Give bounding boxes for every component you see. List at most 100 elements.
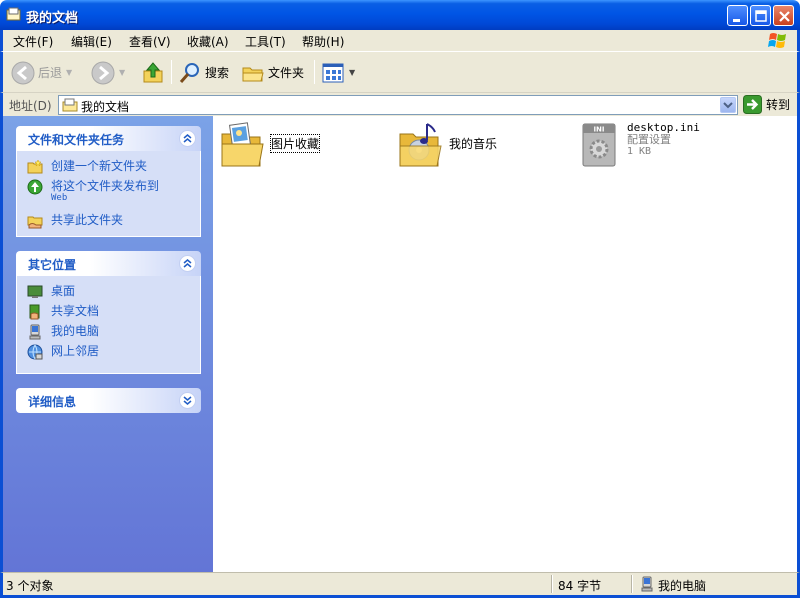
status-size: 84 字节 (558, 579, 602, 593)
forward-arrow-icon (91, 61, 115, 84)
up-folder-icon (143, 61, 163, 82)
task-publish-web[interactable]: 将这个文件夹发布到 Web (27, 179, 159, 203)
menu-file[interactable]: 文件(F) (13, 33, 53, 50)
folders-icon (242, 67, 264, 81)
file-tasks-panel: 文件和文件夹任务 创建一个新文件夹 将这个文件夹发布到 Web 共享此文件夹 (16, 126, 201, 237)
search-label: 搜索 (205, 66, 230, 80)
address-value: 我的文档 (81, 100, 130, 114)
shared-documents-icon (29, 304, 40, 320)
file-view[interactable]: 图片收藏 我的音乐 INI desktop.ini 配置设置 1 KB (213, 116, 797, 572)
share-folder-icon (27, 216, 43, 229)
folders-label: 文件夹 (268, 66, 305, 80)
close-icon (779, 11, 790, 22)
status-divider (551, 575, 553, 593)
up-button[interactable] (142, 59, 166, 86)
chevron-up-icon (183, 259, 192, 268)
go-arrow-icon (743, 95, 762, 114)
forward-dropdown-icon[interactable]: ▼ (119, 68, 125, 77)
chevron-down-icon (723, 102, 733, 109)
collapse-button[interactable] (179, 130, 196, 147)
file-name-pictures: 图片收藏 (269, 134, 321, 153)
menu-help[interactable]: 帮助(H) (302, 33, 344, 50)
music-folder-icon (399, 123, 442, 167)
place-my-computer[interactable]: 我的电脑 (27, 324, 99, 340)
file-item-desktop-ini[interactable]: INI desktop.ini 配置设置 1 KB (581, 122, 700, 168)
folders-button[interactable]: 文件夹 (241, 59, 304, 86)
file-tasks-body: 创建一个新文件夹 将这个文件夹发布到 Web 共享此文件夹 (16, 151, 201, 237)
back-button[interactable]: 后退 ▼ (11, 59, 72, 86)
address-label: 地址(D) (9, 99, 52, 113)
place-desktop[interactable]: 桌面 (27, 284, 75, 300)
close-button[interactable] (773, 5, 794, 26)
go-button[interactable]: 转到 (743, 95, 790, 114)
windows-logo-icon (768, 33, 786, 48)
place-network-label: 网上邻居 (51, 344, 100, 358)
minimize-button[interactable] (727, 5, 748, 26)
task-new-folder[interactable]: 创建一个新文件夹 (27, 159, 147, 175)
back-dropdown-icon[interactable]: ▼ (66, 68, 72, 77)
ini-file-icon: INI (582, 123, 616, 167)
other-places-title: 其它位置 (28, 258, 77, 272)
menu-bar: 文件(F) 编辑(E) 查看(V) 收藏(A) 工具(T) 帮助(H) (0, 30, 800, 51)
place-network[interactable]: 网上邻居 (27, 344, 99, 360)
go-label: 转到 (766, 98, 791, 112)
pictures-folder-icon (221, 122, 264, 167)
collapse-button[interactable] (179, 255, 196, 272)
place-shared-documents-label: 共享文档 (51, 304, 100, 318)
maximize-button[interactable] (750, 5, 771, 26)
file-tasks-header[interactable]: 文件和文件夹任务 (16, 126, 201, 151)
task-pane: 文件和文件夹任务 创建一个新文件夹 将这个文件夹发布到 Web 共享此文件夹 其… (3, 116, 213, 572)
network-places-icon (27, 344, 43, 360)
file-item-music[interactable]: 我的音乐 (397, 122, 497, 170)
my-computer-icon (641, 576, 653, 592)
address-input[interactable]: 我的文档 (58, 95, 738, 115)
file-name-music: 我的音乐 (449, 137, 498, 151)
my-documents-icon (62, 98, 78, 112)
status-bar: 3 个对象 84 字节 我的电脑 (0, 572, 800, 598)
back-arrow-icon (11, 61, 35, 84)
file-tasks-title: 文件和文件夹任务 (28, 133, 125, 147)
file-size-desktop-ini: 1 KB (627, 146, 652, 157)
svg-text:INI: INI (593, 126, 604, 134)
maximize-icon (755, 10, 767, 22)
new-folder-icon (27, 159, 43, 174)
views-button[interactable]: ▼ (321, 59, 355, 86)
task-new-folder-label: 创建一个新文件夹 (51, 159, 148, 173)
task-publish-web-line2: Web (51, 193, 68, 203)
task-publish-web-label: 将这个文件夹发布到 Web (51, 179, 159, 203)
toolbar: 后退 ▼ ▼ 搜索 文件夹 ▼ (0, 51, 800, 92)
place-my-computer-label: 我的电脑 (51, 324, 100, 338)
views-dropdown-icon[interactable]: ▼ (349, 68, 355, 77)
expand-button[interactable] (179, 392, 196, 409)
chevron-down-icon (183, 396, 192, 405)
search-button[interactable]: 搜索 (178, 59, 229, 86)
title-bar[interactable]: 我的文档 (0, 0, 800, 30)
other-places-header[interactable]: 其它位置 (16, 251, 201, 276)
file-type-desktop-ini: 配置设置 (627, 133, 671, 146)
desktop-icon (27, 285, 43, 298)
menu-edit[interactable]: 编辑(E) (71, 33, 112, 50)
back-label: 后退 (38, 66, 63, 80)
other-places-body: 桌面 共享文档 我的电脑 网上邻居 (16, 276, 201, 374)
ini-file-info: desktop.ini 配置设置 1 KB (627, 122, 700, 158)
status-object-count: 3 个对象 (6, 579, 54, 593)
search-icon (179, 62, 199, 83)
forward-button[interactable]: ▼ (91, 59, 125, 86)
address-bar: 地址(D) 我的文档 转到 (0, 92, 800, 116)
menu-favorites[interactable]: 收藏(A) (187, 33, 229, 50)
other-places-panel: 其它位置 桌面 共享文档 我的电脑 网上邻居 (16, 251, 201, 374)
menu-tools[interactable]: 工具(T) (245, 33, 286, 50)
task-share-folder[interactable]: 共享此文件夹 (27, 213, 123, 229)
menu-view[interactable]: 查看(V) (129, 33, 171, 50)
window-title: 我的文档 (26, 11, 79, 26)
details-header[interactable]: 详细信息 (16, 388, 201, 413)
address-dropdown-button[interactable] (720, 97, 736, 113)
file-item-pictures[interactable]: 图片收藏 (219, 122, 321, 170)
place-shared-documents[interactable]: 共享文档 (27, 304, 99, 320)
details-title: 详细信息 (28, 395, 77, 409)
toolbar-separator (314, 60, 315, 84)
my-documents-icon (6, 7, 21, 21)
task-share-folder-label: 共享此文件夹 (51, 213, 124, 227)
toolbar-separator (171, 60, 172, 84)
my-computer-icon (29, 324, 41, 340)
